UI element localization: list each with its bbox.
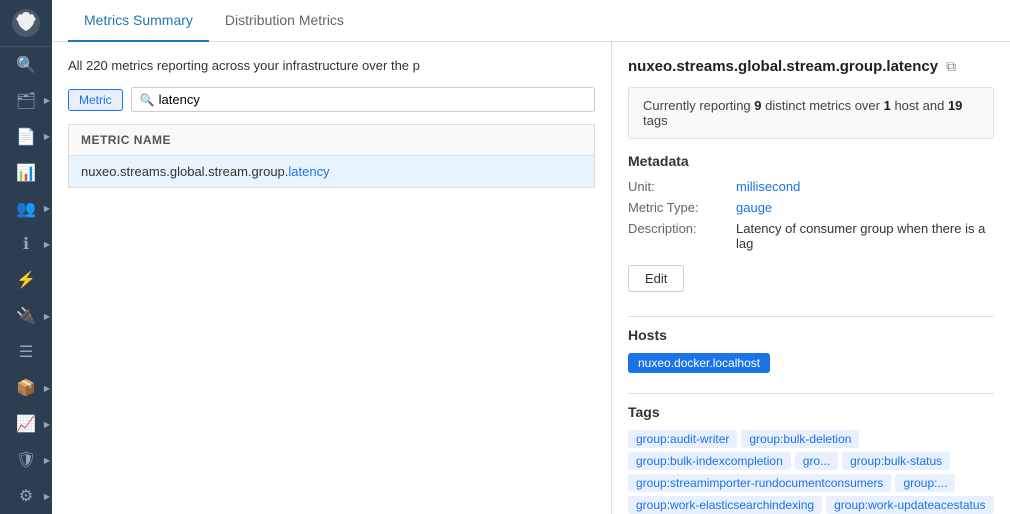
metric-type-label: Metric Type: xyxy=(628,200,728,215)
metric-badge: Metric xyxy=(68,89,123,111)
chevron-icon: ▶ xyxy=(44,312,50,321)
sidebar-logo[interactable] xyxy=(0,0,52,47)
table-row[interactable]: nuxeo.streams.global.stream.group.latenc… xyxy=(69,156,595,188)
tags-section-title: Tags xyxy=(628,404,994,420)
chevron-icon: ▶ xyxy=(44,132,50,141)
chevron-icon: ▶ xyxy=(44,204,50,213)
distinct-label: distinct metrics over xyxy=(762,98,884,113)
tag-item[interactable]: group:work-updateacestatus xyxy=(826,496,993,514)
metric-name-cell: nuxeo.streams.global.stream.group.latenc… xyxy=(69,156,595,188)
tag-item[interactable]: group:streamimporter-rundocumentconsumer… xyxy=(628,474,891,492)
metadata-section: Metadata Unit: millisecond Metric Type: … xyxy=(628,153,994,251)
metric-type-row: Metric Type: gauge xyxy=(628,200,994,215)
tag-item[interactable]: group:work-elasticsearchindexing xyxy=(628,496,822,514)
content-icon: 📄 xyxy=(16,127,36,147)
tags-list: group:audit-writergroup:bulk-deletion gro… xyxy=(628,430,994,514)
config-icon: ⚙ xyxy=(19,486,33,506)
sidebar: 🔍 🗂 ▶ 📄 ▶ 📊 👥 ▶ ℹ ▶ ⚡ 🔌 ▶ ☰ 📦 ▶ 📈 ▶ 🛡 ▶ xyxy=(0,0,52,514)
page-description: All 220 metrics reporting across your in… xyxy=(68,58,595,73)
description-row: Description: Latency of consumer group w… xyxy=(628,221,994,251)
sidebar-item-activity[interactable]: ⚡ xyxy=(0,262,52,298)
copy-icon[interactable]: ⧉ xyxy=(946,58,956,75)
deploy-icon: 📦 xyxy=(16,378,36,398)
metric-name-prefix: nuxeo.streams.global.stream.group. xyxy=(81,164,288,179)
metrics-table: METRIC NAME nuxeo.streams.global.stream.… xyxy=(68,124,595,188)
chevron-icon: ▶ xyxy=(44,240,50,249)
analytics-icon: 📊 xyxy=(16,163,36,183)
sidebar-item-analytics[interactable]: 📊 xyxy=(0,155,52,191)
unit-row: Unit: millisecond xyxy=(628,179,994,194)
chevron-icon: ▶ xyxy=(44,456,50,465)
info-icon: ℹ xyxy=(23,234,29,254)
metric-title: nuxeo.streams.global.stream.group.latenc… xyxy=(628,58,938,75)
tab-distribution-metrics[interactable]: Distribution Metrics xyxy=(209,0,360,42)
host-count: 1 xyxy=(884,98,891,113)
shield-icon: 🛡 xyxy=(16,450,36,470)
left-panel: All 220 metrics reporting across your in… xyxy=(52,42,612,514)
tabs-bar: Metrics Summary Distribution Metrics xyxy=(52,0,1010,42)
sidebar-item-shield[interactable]: 🛡 ▶ xyxy=(0,442,52,478)
sidebar-item-explore[interactable]: 🗂 ▶ xyxy=(0,83,52,119)
explore-icon: 🗂 xyxy=(16,91,36,111)
sidebar-item-integrations[interactable]: 🔌 ▶ xyxy=(0,298,52,334)
host-label: host and xyxy=(891,98,948,113)
tag-item[interactable]: group:bulk-status xyxy=(842,452,950,470)
tag-item[interactable]: group:audit-writer xyxy=(628,430,737,448)
search-icon: 🔍 xyxy=(16,55,36,75)
monitor-icon: 📈 xyxy=(16,414,36,434)
edit-button[interactable]: Edit xyxy=(628,265,684,292)
sidebar-item-deploy[interactable]: 📦 ▶ xyxy=(0,370,52,406)
metric-name-highlight: latency xyxy=(288,164,329,179)
unit-label: Unit: xyxy=(628,179,728,194)
chevron-icon: ▶ xyxy=(44,492,50,501)
distinct-count: 9 xyxy=(754,98,761,113)
reporting-prefix: Currently reporting xyxy=(643,98,754,113)
users-icon: 👥 xyxy=(16,199,36,219)
settings-icon: ☰ xyxy=(19,342,33,362)
tag-item[interactable]: group:bulk-deletion xyxy=(741,430,859,448)
content-area: All 220 metrics reporting across your in… xyxy=(52,42,1010,514)
unit-value[interactable]: millisecond xyxy=(736,179,800,194)
sidebar-item-monitor[interactable]: 📈 ▶ xyxy=(0,406,52,442)
sidebar-item-search[interactable]: 🔍 xyxy=(0,47,52,83)
search-icon: 🔍 xyxy=(140,93,155,107)
search-bar: Metric 🔍 xyxy=(68,87,595,112)
metadata-section-title: Metadata xyxy=(628,153,994,169)
hosts-section-title: Hosts xyxy=(628,327,994,343)
main-content: Metrics Summary Distribution Metrics All… xyxy=(52,0,1010,514)
chevron-icon: ▶ xyxy=(44,384,50,393)
description-value: Latency of consumer group when there is … xyxy=(736,221,994,251)
tag-item[interactable]: group:... xyxy=(895,474,955,492)
reporting-info: Currently reporting 9 distinct metrics o… xyxy=(628,87,994,139)
tag-count: 19 xyxy=(948,98,962,113)
tag-label: tags xyxy=(643,113,668,128)
chevron-icon: ▶ xyxy=(44,96,50,105)
right-panel: nuxeo.streams.global.stream.group.latenc… xyxy=(612,42,1010,514)
sidebar-item-settings[interactable]: ☰ xyxy=(0,334,52,370)
integrations-icon: 🔌 xyxy=(16,306,36,326)
search-input-wrap[interactable]: 🔍 xyxy=(131,87,595,112)
activity-icon: ⚡ xyxy=(16,270,36,290)
sidebar-item-info[interactable]: ℹ ▶ xyxy=(0,227,52,263)
metric-name-column-header: METRIC NAME xyxy=(69,125,595,156)
description-label: Description: xyxy=(628,221,728,236)
tag-item[interactable]: group:bulk-indexcompletion xyxy=(628,452,791,470)
hosts-divider xyxy=(628,316,994,317)
sidebar-item-config[interactable]: ⚙ ▶ xyxy=(0,478,52,514)
tags-divider xyxy=(628,393,994,394)
chevron-icon: ▶ xyxy=(44,420,50,429)
tag-item[interactable]: gro... xyxy=(795,452,838,470)
metric-type-value[interactable]: gauge xyxy=(736,200,772,215)
search-input[interactable] xyxy=(159,92,586,107)
tab-metrics-summary[interactable]: Metrics Summary xyxy=(68,0,209,42)
sidebar-item-content[interactable]: 📄 ▶ xyxy=(0,119,52,155)
host-tag[interactable]: nuxeo.docker.localhost xyxy=(628,353,770,373)
metric-title-row: nuxeo.streams.global.stream.group.latenc… xyxy=(628,58,994,75)
sidebar-item-users[interactable]: 👥 ▶ xyxy=(0,191,52,227)
